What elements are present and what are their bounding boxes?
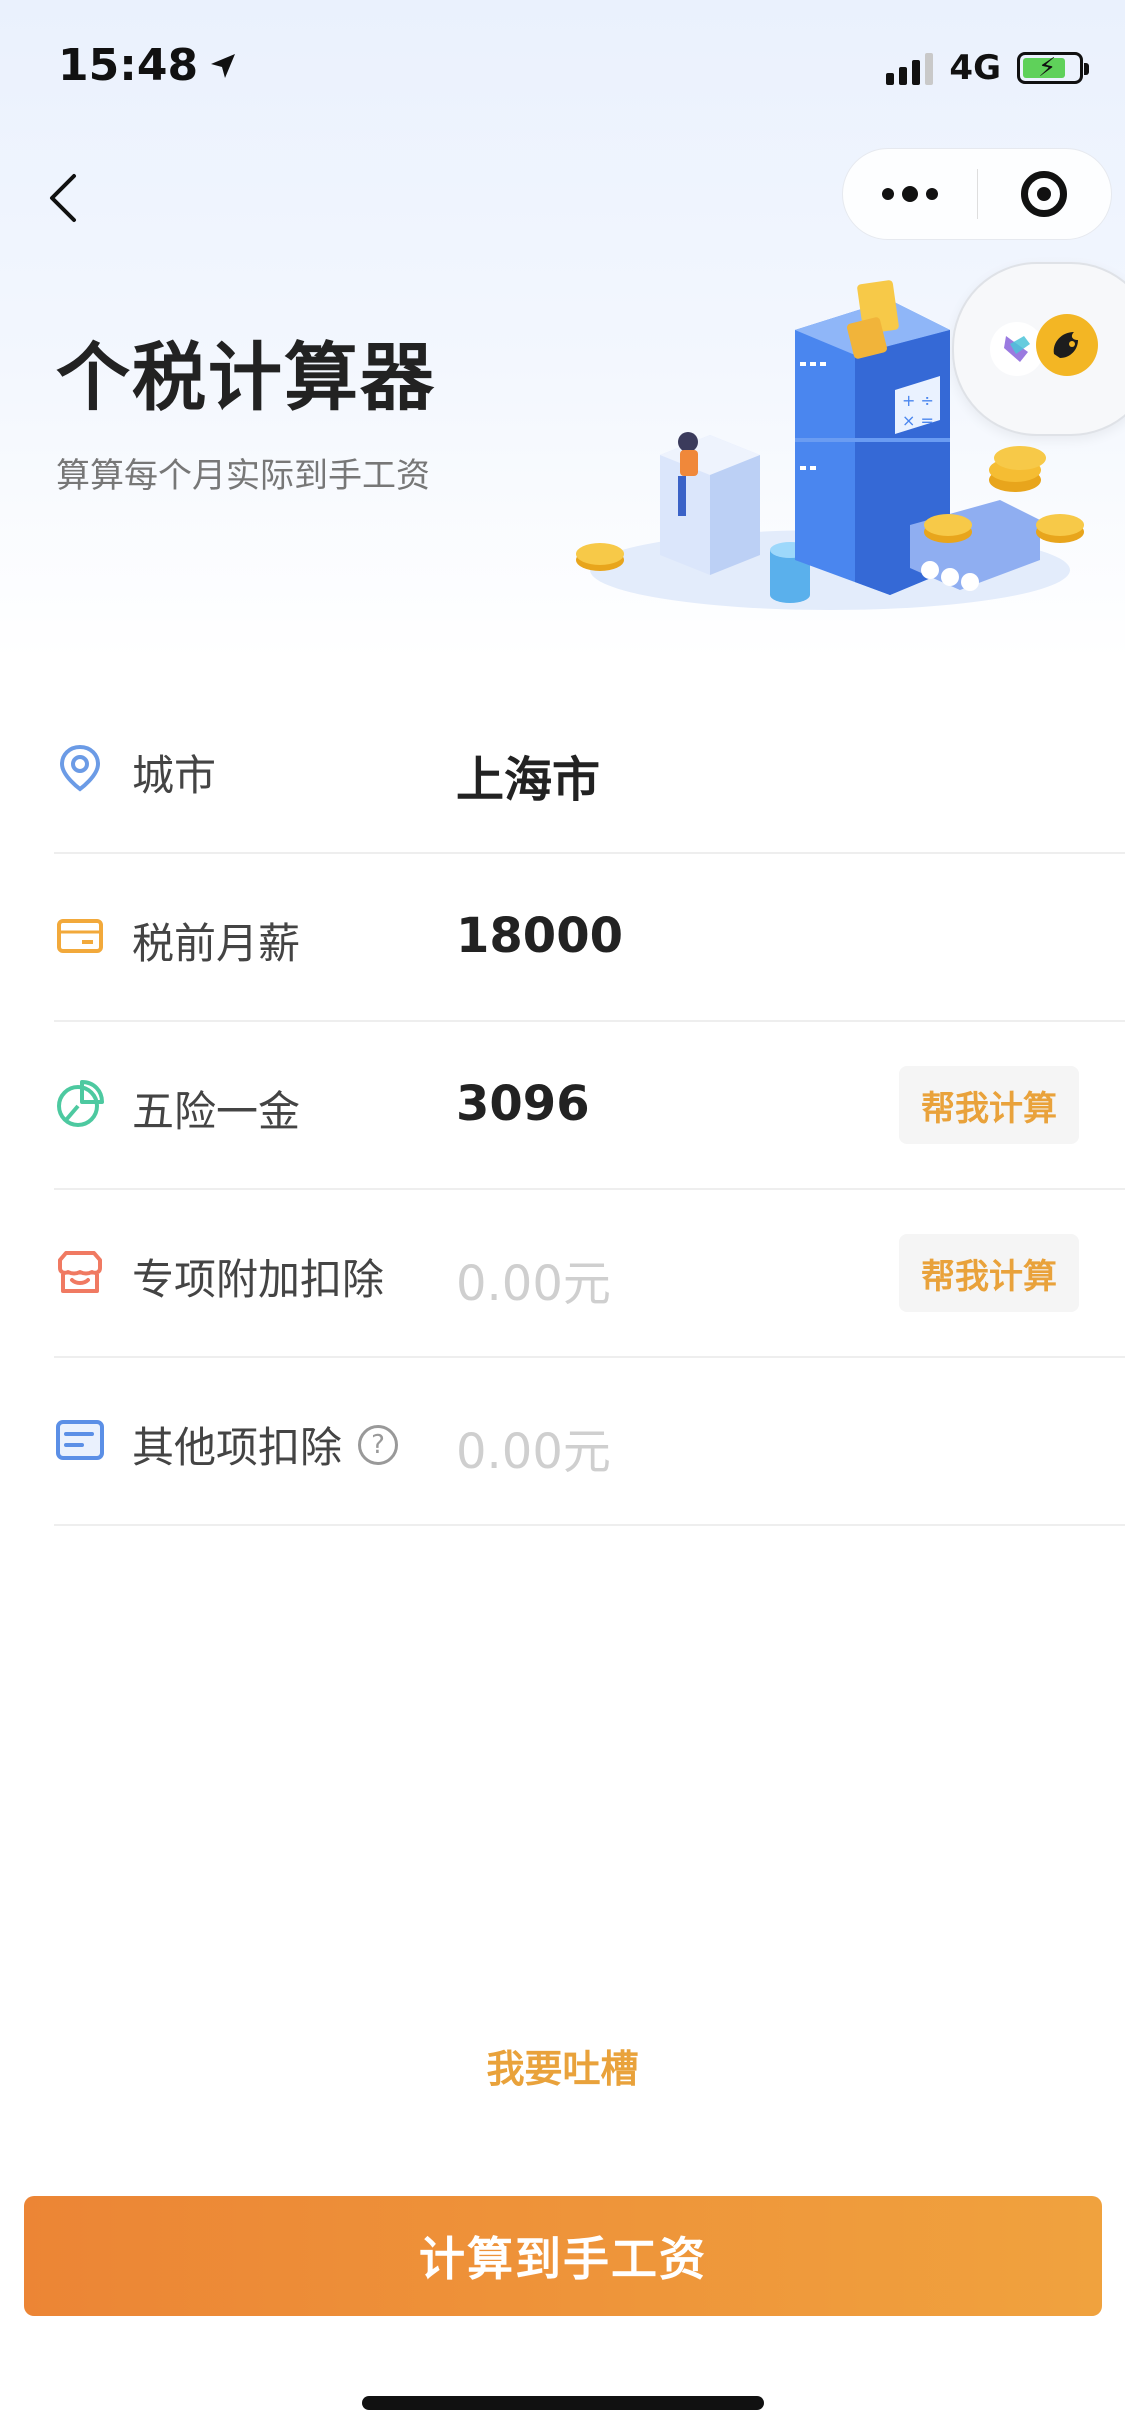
- page-subtitle: 算算每个月实际到手工资: [56, 456, 430, 496]
- close-miniprogram-button[interactable]: [978, 148, 1112, 240]
- form-row-special-deduction[interactable]: 专项附加扣除 0.00元 帮我计算: [54, 1190, 1125, 1358]
- svg-text:× =: × =: [902, 411, 934, 430]
- form-row-other-deduction[interactable]: 其他项扣除 ? 0.00元: [54, 1358, 1125, 1526]
- page-title: 个税计算器: [56, 335, 436, 421]
- list-icon: [56, 1420, 104, 1460]
- row-label: 五险一金: [132, 1087, 301, 1136]
- form-row-insurance[interactable]: 五险一金 3096 帮我计算: [54, 1022, 1125, 1190]
- row-label: 税前月薪: [132, 919, 301, 968]
- help-calc-deduction-button[interactable]: 帮我计算: [899, 1234, 1079, 1312]
- store-icon: [58, 1251, 102, 1293]
- back-chevron-icon[interactable]: [44, 168, 84, 228]
- status-indicators: 4G ⚡: [886, 48, 1089, 88]
- feedback-link[interactable]: 我要吐槽: [0, 2038, 1125, 2093]
- tax-form: 城市 上海市 税前月薪 18000 五险一金 3096 帮我计算 专项附加扣除 …: [54, 686, 1125, 1526]
- svg-text:+ ÷: + ÷: [902, 391, 934, 410]
- card-icon: [57, 919, 103, 953]
- help-calc-insurance-button[interactable]: 帮我计算: [899, 1066, 1079, 1144]
- signal-icon: [886, 51, 934, 85]
- row-label: 专项附加扣除: [132, 1255, 385, 1304]
- insurance-input[interactable]: 3096: [456, 1076, 590, 1132]
- city-value[interactable]: 上海市: [456, 740, 600, 810]
- calculator-illustration: + ÷ × =: [576, 280, 1084, 610]
- location-arrow-icon: [211, 53, 236, 78]
- calculate-button[interactable]: 计算到手工资: [24, 2196, 1102, 2316]
- home-indicator[interactable]: [362, 2396, 764, 2410]
- location-icon: [59, 744, 101, 792]
- row-label: 城市: [132, 751, 217, 800]
- network-type: 4G: [949, 48, 1001, 88]
- target-icon: [1021, 171, 1068, 217]
- form-row-salary[interactable]: 税前月薪 18000: [54, 854, 1125, 1022]
- special-deduction-input[interactable]: 0.00元: [456, 1244, 611, 1314]
- miniprogram-capsule: [842, 148, 1112, 240]
- row-label: 其他项扣除 ?: [132, 1414, 399, 1475]
- battery-icon: ⚡: [1017, 52, 1089, 84]
- question-icon[interactable]: ?: [358, 1424, 399, 1465]
- salary-input[interactable]: 18000: [456, 908, 623, 964]
- more-dots-icon: [881, 186, 938, 202]
- clock-text: 15:48: [58, 40, 199, 91]
- other-deduction-input[interactable]: 0.00元: [456, 1412, 611, 1482]
- more-button[interactable]: [843, 148, 977, 240]
- form-row-city[interactable]: 城市 上海市: [54, 686, 1125, 854]
- pie-icon: [57, 1080, 104, 1127]
- status-time: 15:48: [58, 40, 238, 91]
